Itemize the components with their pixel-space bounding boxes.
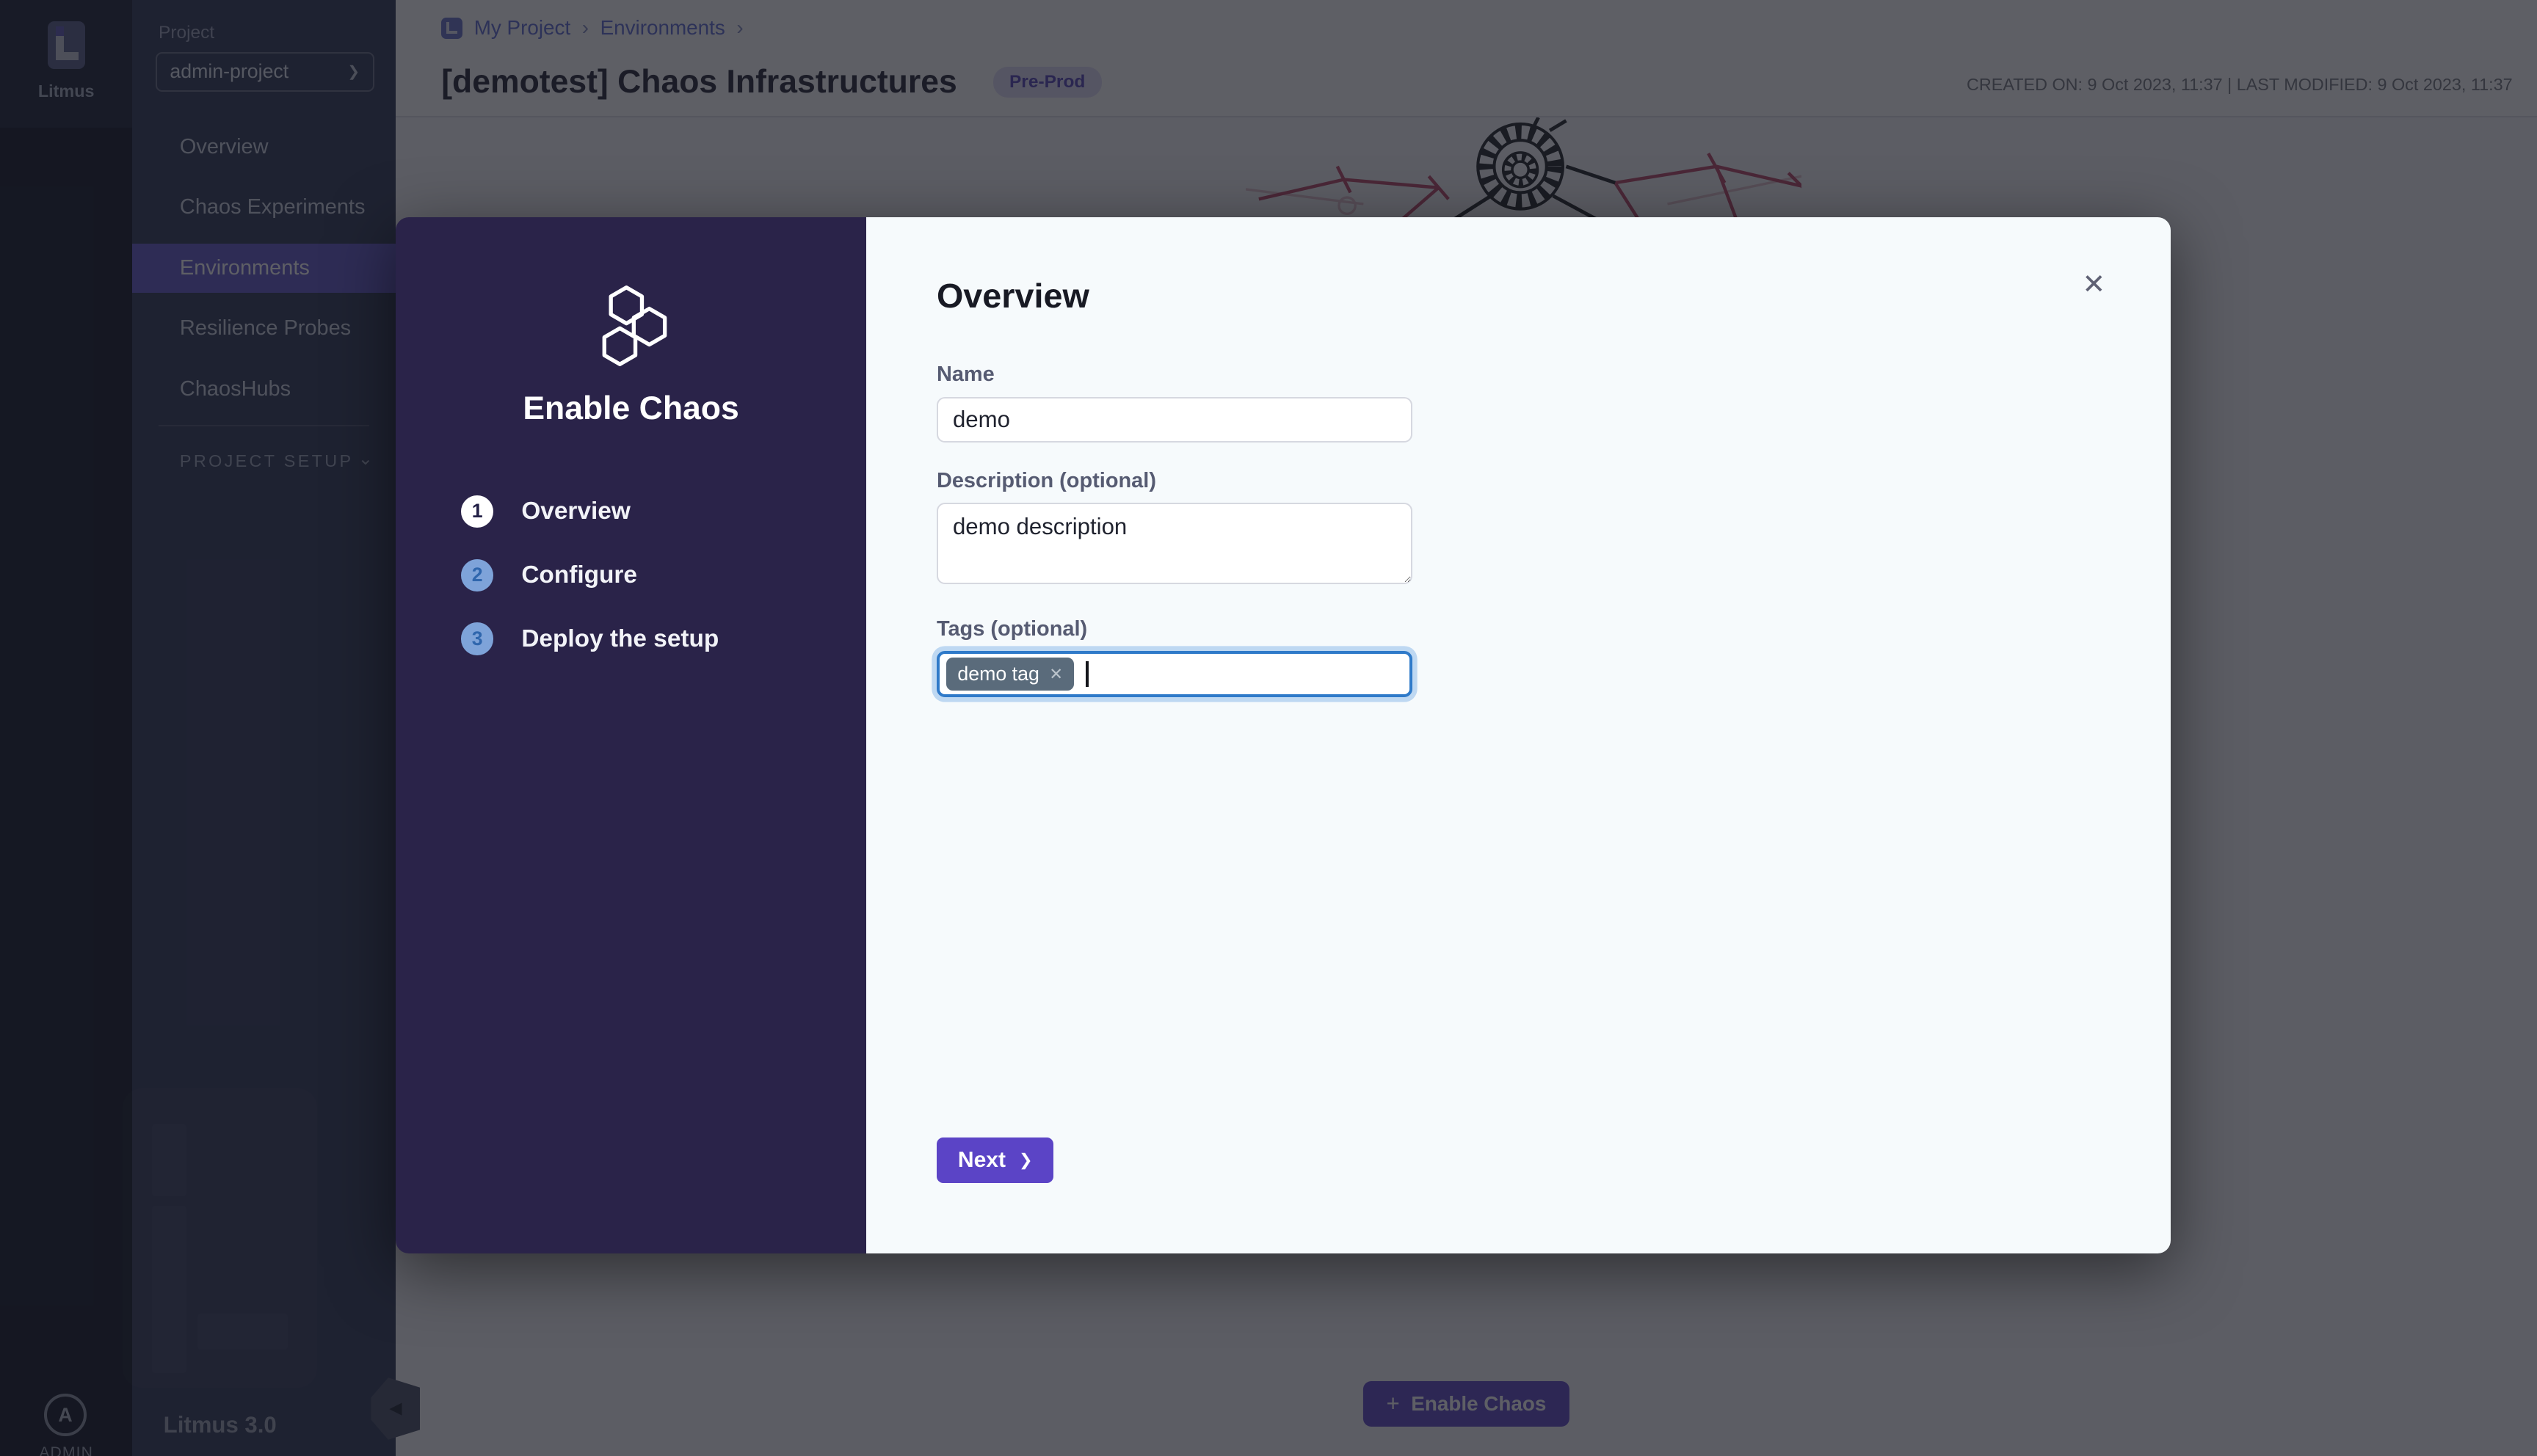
tags-input[interactable]: demo tag ✕ bbox=[937, 651, 1412, 696]
close-icon[interactable]: ✕ bbox=[2082, 272, 2105, 299]
name-label: Name bbox=[937, 363, 1412, 387]
chaos-hexagons-icon bbox=[585, 283, 677, 374]
description-label: Description (optional) bbox=[937, 469, 1412, 493]
enable-chaos-modal: Enable Chaos 1 Overview 2 Configure 3 De… bbox=[396, 217, 2171, 1253]
step-label: Configure bbox=[521, 561, 637, 589]
wizard-title: Enable Chaos bbox=[396, 390, 866, 427]
step-label: Deploy the setup bbox=[521, 625, 719, 653]
next-button-label: Next bbox=[958, 1148, 1006, 1173]
remove-tag-icon[interactable]: ✕ bbox=[1049, 665, 1063, 684]
wizard-form-panel: Overview ✕ Name Description (optional) d… bbox=[866, 217, 2171, 1253]
step-number-badge: 3 bbox=[461, 622, 494, 655]
step-number-badge: 2 bbox=[461, 559, 494, 592]
app-root: Litmus A ADMIN Project admin-project ❯ O… bbox=[0, 0, 2537, 1456]
step-number-badge: 1 bbox=[461, 495, 494, 528]
text-cursor bbox=[1086, 661, 1089, 688]
name-input[interactable] bbox=[937, 397, 1412, 443]
wizard-step-configure[interactable]: 2 Configure bbox=[461, 559, 719, 592]
wizard-side-panel: Enable Chaos 1 Overview 2 Configure 3 De… bbox=[396, 217, 866, 1253]
wizard-steps: 1 Overview 2 Configure 3 Deploy the setu… bbox=[461, 495, 719, 686]
modal-title: Overview bbox=[937, 276, 1089, 316]
tags-label: Tags (optional) bbox=[937, 617, 1412, 641]
wizard-step-deploy[interactable]: 3 Deploy the setup bbox=[461, 622, 719, 655]
tag-chip: demo tag ✕ bbox=[946, 658, 1075, 691]
next-button[interactable]: Next ❯ bbox=[937, 1138, 1053, 1183]
overview-form: Name Description (optional) demo descrip… bbox=[937, 363, 1412, 696]
chevron-right-icon: ❯ bbox=[1019, 1151, 1033, 1170]
wizard-step-overview[interactable]: 1 Overview bbox=[461, 495, 719, 528]
description-input[interactable]: demo description bbox=[937, 503, 1412, 584]
step-label: Overview bbox=[521, 498, 631, 525]
tag-chip-text: demo tag bbox=[957, 663, 1039, 685]
